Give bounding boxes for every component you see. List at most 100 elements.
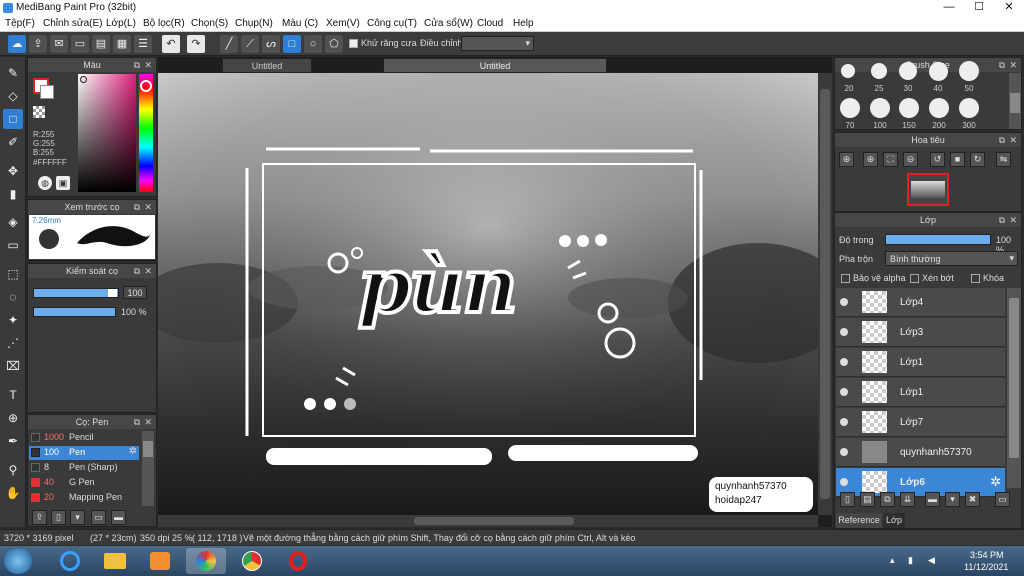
scrollbar-thumb[interactable]: [1010, 93, 1020, 113]
clipping-checkbox[interactable]: Xén bớt: [910, 273, 954, 284]
navigator-preview[interactable]: [907, 173, 949, 206]
tab-reference[interactable]: Reference: [836, 513, 882, 528]
tab-untitled-2[interactable]: Untitled: [383, 58, 607, 73]
visibility-icon[interactable]: [840, 358, 848, 366]
ellipse-icon[interactable]: ○: [304, 35, 322, 53]
tab-untitled-1[interactable]: Untitled: [222, 58, 312, 73]
secondary-color-swatch[interactable]: [40, 85, 54, 99]
close-icon[interactable]: ✕: [144, 415, 152, 429]
rectangle-icon[interactable]: □: [283, 35, 301, 53]
move-tool-icon[interactable]: ✥: [3, 161, 23, 181]
protect-alpha-checkbox[interactable]: Bảo vệ alpha: [841, 273, 906, 284]
visibility-icon[interactable]: [840, 298, 848, 306]
duplicate-layer-icon[interactable]: ⧉: [880, 492, 895, 507]
lasso-tool-icon[interactable]: ◌: [3, 287, 23, 307]
layer-item[interactable]: Lớp3: [836, 318, 1005, 347]
close-button[interactable]: ✕: [994, 0, 1024, 16]
zoom-in-icon[interactable]: ⊕: [863, 152, 878, 167]
menu-layer[interactable]: Lớp(L): [106, 18, 136, 29]
menu-file[interactable]: Tệp(F): [5, 18, 35, 29]
start-button[interactable]: [4, 548, 32, 574]
brush-size-dot[interactable]: [871, 63, 887, 79]
layer-menu-icon[interactable]: ▾: [945, 492, 960, 507]
redo-icon[interactable]: ↷: [187, 35, 205, 53]
merge-layer-icon[interactable]: ⇊: [900, 492, 915, 507]
undo-icon[interactable]: ↶: [162, 35, 180, 53]
new-layer-icon[interactable]: ▯: [840, 492, 855, 507]
grid-icon[interactable]: ▦: [113, 35, 131, 53]
close-icon[interactable]: ✕: [1009, 58, 1017, 72]
scrollbar-thumb[interactable]: [820, 89, 830, 499]
visibility-icon[interactable]: [840, 448, 848, 456]
layer-item[interactable]: quynhanh57370: [836, 438, 1005, 467]
menu-window[interactable]: Cửa sổ(W): [424, 18, 473, 29]
artwork-canvas[interactable]: pùn quynhanh57370 hoidap247: [158, 73, 818, 515]
reset-icon[interactable]: ■: [950, 152, 965, 167]
share-icon[interactable]: ⇪: [29, 35, 47, 53]
polygon-icon[interactable]: ⬠: [325, 35, 343, 53]
layer-settings-icon[interactable]: ▭: [995, 492, 1010, 507]
popout-icon[interactable]: ⧉: [134, 415, 140, 429]
brush-size-scrollbar[interactable]: [1009, 73, 1021, 129]
layer-scrollbar[interactable]: [1007, 288, 1021, 488]
transparent-swatch[interactable]: [33, 106, 45, 118]
magic-wand-icon[interactable]: ✦: [3, 310, 23, 330]
text-tool-icon[interactable]: T: [3, 385, 23, 405]
line-icon[interactable]: ╱: [220, 35, 238, 53]
brush-tool-icon[interactable]: ✎: [3, 63, 23, 83]
close-icon[interactable]: ✕: [144, 58, 152, 72]
menu-select[interactable]: Chọn(S): [191, 18, 228, 29]
menu-tools[interactable]: Công cụ(T): [367, 18, 417, 29]
menu-snap[interactable]: Chụp(N): [235, 18, 273, 29]
gradient-tool-icon[interactable]: ▮: [3, 184, 23, 204]
hand-tool-icon[interactable]: ✋: [3, 483, 23, 503]
brush-menu-icon[interactable]: ▾: [70, 510, 85, 525]
brush-size-value[interactable]: 100: [123, 286, 147, 299]
folder-icon[interactable]: ▬: [111, 510, 126, 525]
brush-size-dot[interactable]: [959, 98, 979, 118]
cloud-icon[interactable]: ☁: [8, 35, 26, 53]
minimize-button[interactable]: —: [934, 0, 964, 16]
chrome-app-icon[interactable]: [232, 548, 272, 574]
polyline-icon[interactable]: ⟋: [241, 35, 259, 53]
menu-help[interactable]: Help: [513, 18, 534, 29]
popout-icon[interactable]: ⧉: [999, 58, 1005, 72]
tab-layer[interactable]: Lớp: [883, 513, 905, 528]
brush-item-g-pen[interactable]: 40 G Pen: [29, 476, 139, 490]
zoom-out-icon[interactable]: ⊖: [903, 152, 918, 167]
brush-opacity-slider[interactable]: [33, 307, 116, 317]
clock-date[interactable]: 11/12/2021: [964, 562, 1008, 572]
layer-item[interactable]: Lớp1: [836, 378, 1005, 407]
fill-tool-icon[interactable]: ◈: [3, 212, 23, 232]
brush-item-pencil[interactable]: 1000 Pencil: [29, 431, 139, 445]
scrollbar-thumb[interactable]: [143, 441, 153, 457]
popout-icon[interactable]: ⧉: [134, 264, 140, 278]
popout-icon[interactable]: ⧉: [999, 133, 1005, 147]
maximize-button[interactable]: ☐: [964, 0, 994, 16]
network-icon[interactable]: ▮: [908, 555, 920, 565]
rotate-left-icon[interactable]: ↺: [930, 152, 945, 167]
select-tool-icon[interactable]: ⬚: [3, 264, 23, 284]
gear-icon[interactable]: ✲: [129, 446, 137, 457]
close-icon[interactable]: ✕: [1009, 213, 1017, 227]
ie-app-icon[interactable]: [50, 548, 90, 574]
clock-time[interactable]: 3:54 PM: [970, 550, 1004, 560]
new-brush-icon[interactable]: ▯: [51, 510, 66, 525]
scrollbar-thumb[interactable]: [1009, 298, 1019, 458]
palette-icon[interactable]: ◍: [38, 176, 52, 190]
visibility-icon[interactable]: [840, 478, 848, 486]
color-sets-icon[interactable]: ▣: [56, 176, 70, 190]
brush-list-scrollbar[interactable]: [142, 431, 154, 506]
pattern-tool-icon[interactable]: ▭: [3, 235, 23, 255]
fit-icon[interactable]: ⛶: [883, 152, 898, 167]
brush-size-slider[interactable]: [33, 288, 119, 298]
close-icon[interactable]: ✕: [144, 200, 152, 214]
popout-icon[interactable]: ⧉: [999, 213, 1005, 227]
popout-icon[interactable]: ⧉: [134, 200, 140, 214]
delete-layer-icon[interactable]: ✖: [965, 492, 980, 507]
layer-item[interactable]: Lớp1: [836, 348, 1005, 377]
zoom-in-icon[interactable]: ⊕: [839, 152, 854, 167]
menu-view[interactable]: Xem(V): [326, 18, 360, 29]
brush-size-dot[interactable]: [841, 64, 855, 78]
brush-size-dot[interactable]: [899, 62, 917, 80]
